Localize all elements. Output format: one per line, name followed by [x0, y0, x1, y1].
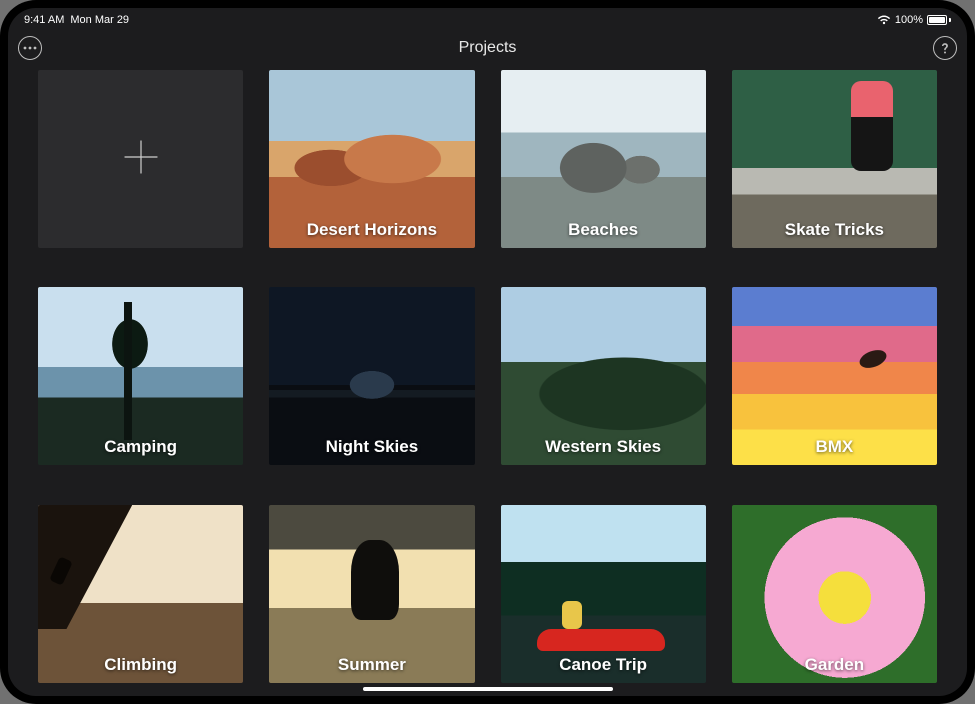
project-tile[interactable]: Skate Tricks	[732, 70, 937, 248]
project-title: Camping	[38, 437, 243, 457]
project-tile[interactable]: Climbing	[38, 505, 243, 683]
page-title: Projects	[8, 39, 967, 57]
create-project-button[interactable]	[38, 70, 243, 248]
project-title: Garden	[732, 655, 937, 675]
project-title: Desert Horizons	[269, 220, 474, 240]
ipad-frame: 9:41 AM Mon Mar 29 100% Projects	[0, 0, 975, 704]
battery-percent: 100%	[895, 14, 923, 26]
help-button[interactable]	[933, 36, 957, 60]
project-tile[interactable]: Summer	[269, 505, 474, 683]
project-tile[interactable]: Garden	[732, 505, 937, 683]
status-right: 100%	[877, 14, 951, 26]
project-title: Night Skies	[269, 437, 474, 457]
project-title: Climbing	[38, 655, 243, 675]
project-tile[interactable]: BMX	[732, 287, 937, 465]
status-time: 9:41 AM	[24, 14, 64, 26]
project-title: Canoe Trip	[501, 655, 706, 675]
wifi-icon	[877, 15, 891, 25]
project-tile[interactable]: Desert Horizons	[269, 70, 474, 248]
project-title: Western Skies	[501, 437, 706, 457]
status-bar: 9:41 AM Mon Mar 29 100%	[8, 8, 967, 30]
plus-icon	[121, 137, 161, 182]
project-tile[interactable]: Camping	[38, 287, 243, 465]
project-title: Summer	[269, 655, 474, 675]
status-left: 9:41 AM Mon Mar 29	[24, 14, 129, 26]
project-title: Skate Tricks	[732, 220, 937, 240]
home-indicator[interactable]	[363, 687, 613, 691]
projects-grid: Desert Horizons Beaches Skate Tricks Cam…	[8, 66, 967, 696]
status-date: Mon Mar 29	[70, 14, 129, 26]
project-title: BMX	[732, 437, 937, 457]
project-tile[interactable]: Beaches	[501, 70, 706, 248]
project-tile[interactable]: Western Skies	[501, 287, 706, 465]
screen: 9:41 AM Mon Mar 29 100% Projects	[8, 8, 967, 696]
project-tile[interactable]: Night Skies	[269, 287, 474, 465]
more-button[interactable]	[18, 36, 42, 60]
battery-icon	[927, 15, 951, 25]
project-title: Beaches	[501, 220, 706, 240]
nav-bar: Projects	[8, 30, 967, 66]
project-tile[interactable]: Canoe Trip	[501, 505, 706, 683]
